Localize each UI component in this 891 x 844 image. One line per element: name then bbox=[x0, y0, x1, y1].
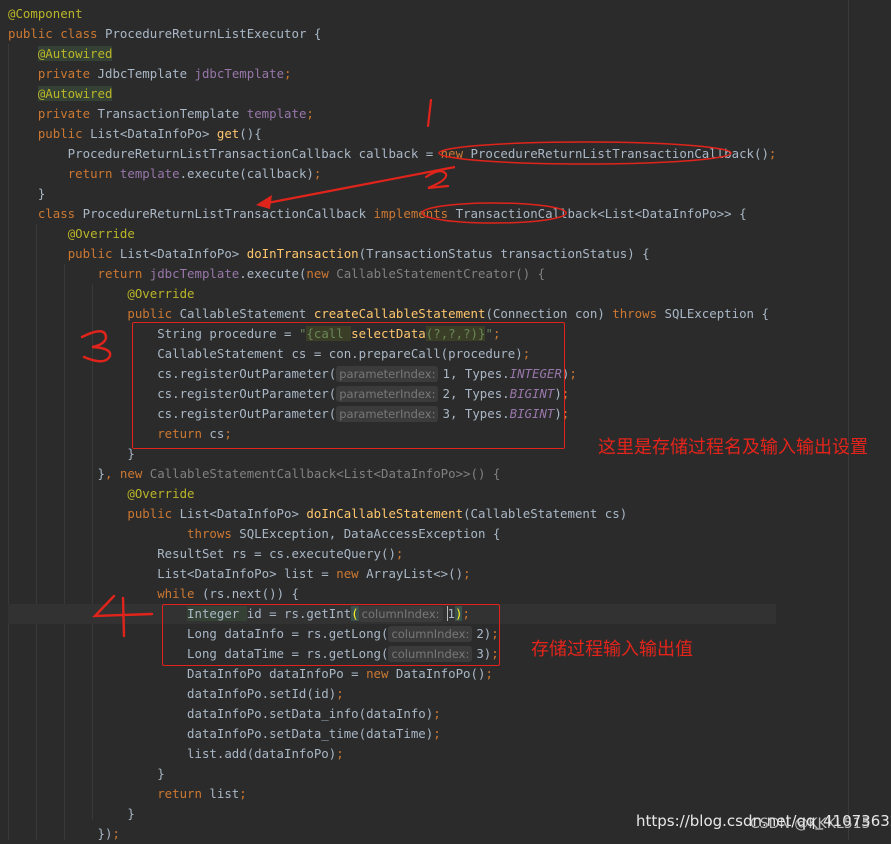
transaction-callback-ellipse bbox=[421, 202, 567, 224]
watermark-url: https://blog.csdn.net/qq_41073632 bbox=[636, 812, 891, 830]
arrow-head bbox=[256, 195, 272, 209]
handwritten-digit-1 bbox=[426, 98, 433, 128]
new-callback-ellipse bbox=[438, 141, 732, 165]
arrow-line bbox=[261, 165, 456, 206]
handwritten-digit-3 bbox=[80, 330, 112, 363]
code-editor[interactable]: @Component public class ProcedureReturnLi… bbox=[0, 0, 891, 841]
handwritten-digit-4 bbox=[92, 594, 154, 638]
handwritten-annotations bbox=[80, 98, 732, 638]
procedure-setup-note: 这里是存储过程名及输入输出设置 bbox=[598, 437, 868, 458]
handwritten-digit-2 bbox=[424, 170, 450, 190]
result-values-note: 存储过程输入输出值 bbox=[531, 639, 693, 660]
